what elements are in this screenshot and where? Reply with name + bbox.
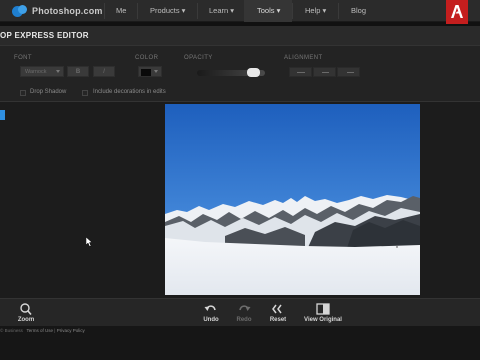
chevron-down-icon: [154, 70, 158, 73]
compare-icon: [316, 303, 330, 315]
photoshop-logo[interactable]: Photoshop.com: [12, 4, 103, 18]
nav-item-me[interactable]: Me: [116, 0, 126, 22]
view-original-label: View Original: [304, 317, 342, 323]
footer-copyright: © Business: [0, 328, 23, 333]
nav-divider: [292, 3, 293, 19]
site-navigation-bar: Photoshop.com Me Products ▾ Learn ▾ Tool…: [0, 0, 480, 24]
reset-icon: [272, 304, 282, 314]
reset-label: Reset: [269, 317, 287, 323]
align-left-button[interactable]: [289, 67, 312, 77]
magnifier-icon: [20, 303, 32, 315]
drop-shadow-label: Drop Shadow: [30, 89, 67, 95]
photoshop-logo-icon: [12, 4, 28, 18]
edited-photo[interactable]: [165, 104, 420, 295]
nav-divider: [104, 3, 105, 19]
nav-divider: [197, 3, 198, 19]
opacity-slider-handle[interactable]: [246, 68, 260, 77]
align-center-button[interactable]: [313, 67, 336, 77]
reset-button[interactable]: Reset: [258, 303, 298, 323]
footer-separator: |: [54, 328, 56, 333]
color-picker[interactable]: [138, 66, 162, 77]
app-root: Photoshop.com Me Products ▾ Learn ▾ Tool…: [0, 0, 480, 360]
include-decorations-checkbox[interactable]: [82, 90, 88, 96]
footer-links: © Business Terms of Use | Privacy Policy: [0, 328, 85, 333]
snowy-mountain-photo-icon: [165, 104, 420, 295]
logo-text: Photoshop.com: [32, 6, 103, 16]
chevron-down-icon: [56, 70, 60, 73]
page-footer: © Business Terms of Use | Privacy Policy: [0, 326, 480, 360]
editor-title: OP EXPRESS EDITOR: [0, 31, 89, 40]
nav-item-blog[interactable]: Blog: [351, 0, 366, 22]
include-decorations-label: Include decorations in edits: [93, 89, 166, 95]
nav-item-tools[interactable]: Tools ▾: [257, 0, 280, 22]
zoom-button[interactable]: Zoom: [6, 303, 46, 323]
color-label: COLOR: [135, 55, 159, 61]
bold-button[interactable]: B: [67, 66, 89, 77]
align-right-button[interactable]: [337, 67, 360, 77]
align-center-icon: [322, 72, 329, 73]
privacy-policy-link[interactable]: Privacy Policy: [57, 328, 85, 333]
redo-icon: [239, 305, 251, 311]
nav-item-learn[interactable]: Learn ▾: [209, 0, 234, 22]
editor-header: OP EXPRESS EDITOR: [0, 26, 480, 46]
italic-icon: I: [103, 69, 105, 75]
terms-of-use-link[interactable]: Terms of Use: [27, 328, 54, 333]
undo-icon: [204, 305, 216, 311]
nav-divider: [137, 3, 138, 19]
nav-item-products[interactable]: Products ▾: [150, 0, 185, 22]
adobe-logo-tab[interactable]: [446, 0, 468, 24]
font-dropdown-value: Warnock: [25, 69, 47, 75]
side-panel-tab[interactable]: [0, 110, 5, 120]
adobe-logo-icon: [451, 5, 463, 18]
zoom-label: Zoom: [17, 317, 35, 323]
mouse-cursor-icon: [86, 237, 93, 247]
italic-button[interactable]: I: [93, 66, 115, 77]
view-original-button[interactable]: View Original: [298, 303, 348, 323]
color-swatch: [141, 69, 151, 76]
nav-divider: [338, 3, 339, 19]
bold-icon: B: [75, 69, 81, 75]
align-right-icon: [347, 72, 354, 73]
font-label: FONT: [14, 55, 32, 61]
font-dropdown[interactable]: Warnock: [20, 66, 64, 77]
nav-item-help[interactable]: Help ▾: [305, 0, 326, 22]
alignment-label: ALIGNMENT: [284, 55, 323, 61]
opacity-label: OPACITY: [184, 55, 213, 61]
align-left-icon: [297, 72, 305, 73]
drop-shadow-checkbox[interactable]: [20, 90, 26, 96]
